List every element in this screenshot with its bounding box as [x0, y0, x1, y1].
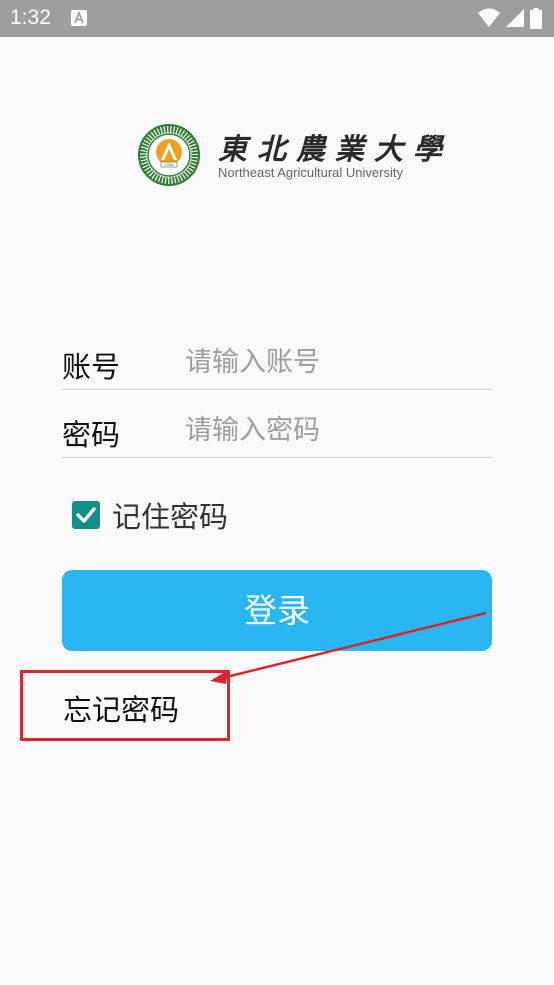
password-label: 密码 — [62, 418, 121, 452]
forgot-password-link[interactable]: 忘记密码 — [63, 687, 179, 729]
wifi-icon — [478, 8, 500, 27]
a-notification-icon — [71, 10, 87, 26]
remember-label: 记住密码 — [112, 500, 229, 534]
account-input[interactable] — [185, 342, 485, 382]
password-input[interactable] — [185, 410, 485, 450]
university-seal-icon: 1948 — [138, 124, 200, 186]
signal-icon — [506, 9, 524, 27]
password-row: 密码 — [62, 404, 492, 458]
battery-icon — [530, 8, 542, 29]
account-label: 账号 — [62, 350, 121, 384]
status-time: 1:32 — [10, 6, 51, 29]
check-icon — [76, 507, 96, 523]
account-row: 账号 — [62, 336, 492, 390]
university-name-en: Northeast Agricultural University — [218, 165, 403, 180]
remember-checkbox[interactable] — [72, 501, 100, 529]
status-icons — [472, 8, 542, 29]
seal-year: 1948 — [165, 162, 175, 167]
university-name-cn: 東北農業大學 — [218, 132, 453, 166]
status-bar: 1:32 — [0, 0, 554, 37]
login-button[interactable]: 登录 — [62, 570, 492, 651]
annotation-highlight-box: 忘记密码 — [20, 670, 230, 741]
university-logo: 1948 東北農業大學 Northeast Agricultural Unive… — [138, 124, 442, 186]
